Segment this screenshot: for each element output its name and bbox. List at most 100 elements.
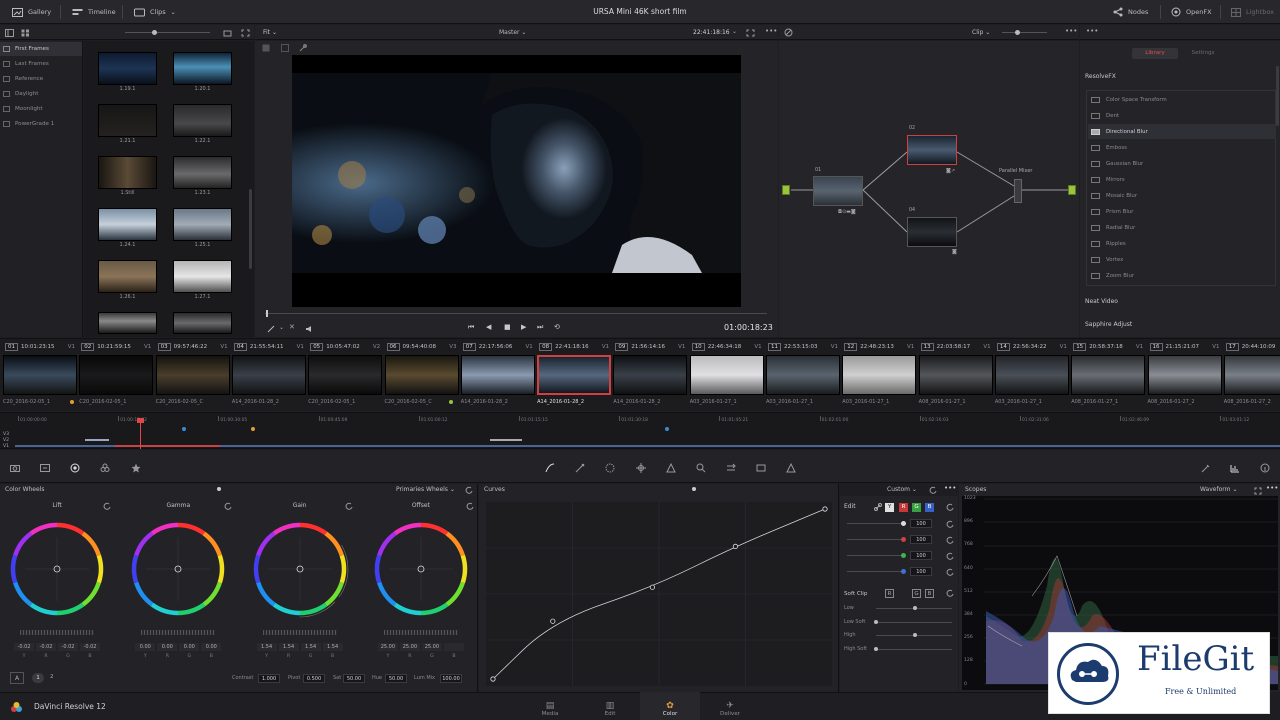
- wheel-value-field[interactable]: -0.02: [58, 643, 78, 651]
- play-icon[interactable]: ▶: [521, 323, 526, 331]
- marker[interactable]: [182, 427, 186, 431]
- openfx-button[interactable]: OpenFX: [1171, 5, 1212, 19]
- tab-library[interactable]: Library: [1132, 48, 1178, 59]
- reset-icon[interactable]: [223, 502, 232, 510]
- tab-deliver[interactable]: ✈ Deliver: [700, 692, 760, 720]
- still-thumbnail[interactable]: [98, 312, 157, 334]
- effect-item[interactable]: Directional Blur: [1088, 124, 1276, 139]
- sat-input[interactable]: 50.00: [343, 674, 365, 683]
- scopes-icon[interactable]: [1229, 463, 1240, 473]
- 3d-icon[interactable]: [755, 463, 766, 473]
- sidebar-toggle-icon[interactable]: [4, 28, 14, 37]
- page-1-button[interactable]: 1: [32, 673, 44, 683]
- reset-icon[interactable]: [945, 536, 954, 544]
- slider-handle[interactable]: [901, 569, 906, 574]
- wheel-value-field[interactable]: 1.54: [322, 643, 343, 651]
- channel-b-button[interactable]: B: [925, 503, 934, 512]
- wipe-icon[interactable]: [261, 43, 270, 52]
- link-icon[interactable]: [873, 503, 882, 511]
- still-thumbnail[interactable]: [173, 260, 232, 293]
- wheel-value-field[interactable]: 0.00: [201, 643, 222, 651]
- effect-item[interactable]: Radial Blur: [1088, 220, 1276, 235]
- intensity-slider[interactable]: [847, 539, 905, 540]
- more-options-icon[interactable]: •••: [1086, 27, 1098, 35]
- slider-handle[interactable]: [1015, 30, 1020, 35]
- playhead[interactable]: [266, 310, 268, 317]
- album-item[interactable]: Daylight: [0, 87, 82, 101]
- key-icon[interactable]: [695, 463, 706, 473]
- slider-handle[interactable]: [901, 537, 906, 542]
- reset-icon[interactable]: [102, 502, 111, 510]
- effect-item[interactable]: Mosaic Blur: [1088, 188, 1276, 203]
- hue-input[interactable]: 50.00: [385, 674, 407, 683]
- wheel-value-field[interactable]: 1.54: [278, 643, 299, 651]
- effect-item[interactable]: Vortex: [1088, 252, 1276, 267]
- playhead-handle[interactable]: [137, 418, 144, 423]
- slider-handle[interactable]: [874, 646, 878, 651]
- loop-icon[interactable]: ⟲: [554, 323, 560, 331]
- timeline-clip[interactable]: [85, 439, 109, 441]
- mini-timeline[interactable]: 01:00:00:00 01:00:15:02 01:00:30:05 01:00:4…: [0, 412, 1280, 449]
- sapphire-section[interactable]: Sapphire Adjust: [1085, 321, 1132, 328]
- more-options-icon[interactable]: •••: [1065, 27, 1077, 35]
- softclip-g-button[interactable]: G: [912, 589, 921, 598]
- intensity-input[interactable]: 100: [910, 519, 932, 528]
- album-item[interactable]: Moonlight: [0, 102, 82, 116]
- expand-icon[interactable]: [745, 28, 755, 37]
- curve-graph[interactable]: [486, 502, 832, 686]
- window-icon[interactable]: [604, 463, 615, 473]
- chevron-down-icon[interactable]: ⌄: [279, 324, 284, 331]
- viewer-mode-dropdown[interactable]: Master ⌄: [499, 29, 526, 36]
- softclip-slider[interactable]: [876, 621, 952, 623]
- reset-icon[interactable]: [345, 502, 354, 510]
- skip-start-icon[interactable]: ⏮: [468, 323, 474, 332]
- wheel-value-field[interactable]: 1.54: [256, 643, 277, 651]
- color-wheel-gamma[interactable]: [128, 519, 228, 619]
- scrollbar[interactable]: [1276, 66, 1279, 126]
- master-wheel[interactable]: [141, 630, 216, 635]
- stop-icon[interactable]: ■: [504, 323, 511, 331]
- still-thumbnail[interactable]: [98, 260, 157, 293]
- still-thumbnail[interactable]: [173, 104, 232, 137]
- tab-media[interactable]: ▤ Media: [520, 692, 580, 720]
- play-reverse-icon[interactable]: ◀: [486, 323, 491, 331]
- node-04[interactable]: [907, 217, 957, 247]
- wheel-value-field[interactable]: 25.00: [421, 643, 442, 651]
- channel-y-button[interactable]: Y: [885, 503, 894, 512]
- wheel-value-field[interactable]: 0.00: [135, 643, 156, 651]
- still-thumbnail[interactable]: [173, 156, 232, 189]
- album-item[interactable]: PowerGrade 1: [0, 117, 82, 131]
- reset-icon[interactable]: [945, 503, 954, 511]
- more-options-icon[interactable]: •••: [1266, 484, 1278, 492]
- curve-control-point[interactable]: [732, 543, 738, 550]
- wheel-value-field[interactable]: -0.02: [14, 643, 34, 651]
- intensity-slider[interactable]: [847, 523, 905, 524]
- auto-balance-button[interactable]: A: [10, 672, 24, 684]
- tab-settings[interactable]: Settings: [1180, 48, 1226, 59]
- curve-control-point[interactable]: [822, 506, 828, 512]
- grid-view-icon[interactable]: [20, 28, 30, 37]
- expand-icon[interactable]: [240, 28, 250, 37]
- softclip-b-button[interactable]: B: [925, 589, 934, 598]
- curves-mode-dropdown[interactable]: Custom ⌄: [887, 482, 917, 496]
- blur-icon[interactable]: [665, 463, 676, 473]
- pen-icon[interactable]: [266, 324, 276, 333]
- info-icon[interactable]: [1259, 463, 1270, 473]
- resolvefx-section[interactable]: ResolveFX: [1085, 73, 1116, 80]
- color-wheel-offset[interactable]: [371, 519, 471, 619]
- intensity-input[interactable]: 100: [910, 535, 932, 544]
- reset-icon[interactable]: [928, 486, 937, 494]
- clip-thumbnail[interactable]: [3, 355, 77, 395]
- clip-thumbnail[interactable]: [994, 355, 1069, 395]
- more-options-icon[interactable]: •••: [765, 27, 777, 35]
- scope-mode-dropdown[interactable]: Waveform ⌄: [1200, 482, 1237, 496]
- still-thumbnail[interactable]: [173, 312, 232, 334]
- wheel-value-field[interactable]: 25.00: [399, 643, 420, 651]
- qualifier-icon[interactable]: [574, 463, 585, 473]
- softclip-r-button[interactable]: R: [885, 589, 894, 598]
- expand-icon[interactable]: [1253, 486, 1262, 495]
- clip-thumbnail[interactable]: [308, 355, 383, 395]
- timeline-playhead[interactable]: [140, 419, 141, 449]
- page-indicator[interactable]: [692, 487, 696, 491]
- reset-icon[interactable]: [945, 520, 954, 528]
